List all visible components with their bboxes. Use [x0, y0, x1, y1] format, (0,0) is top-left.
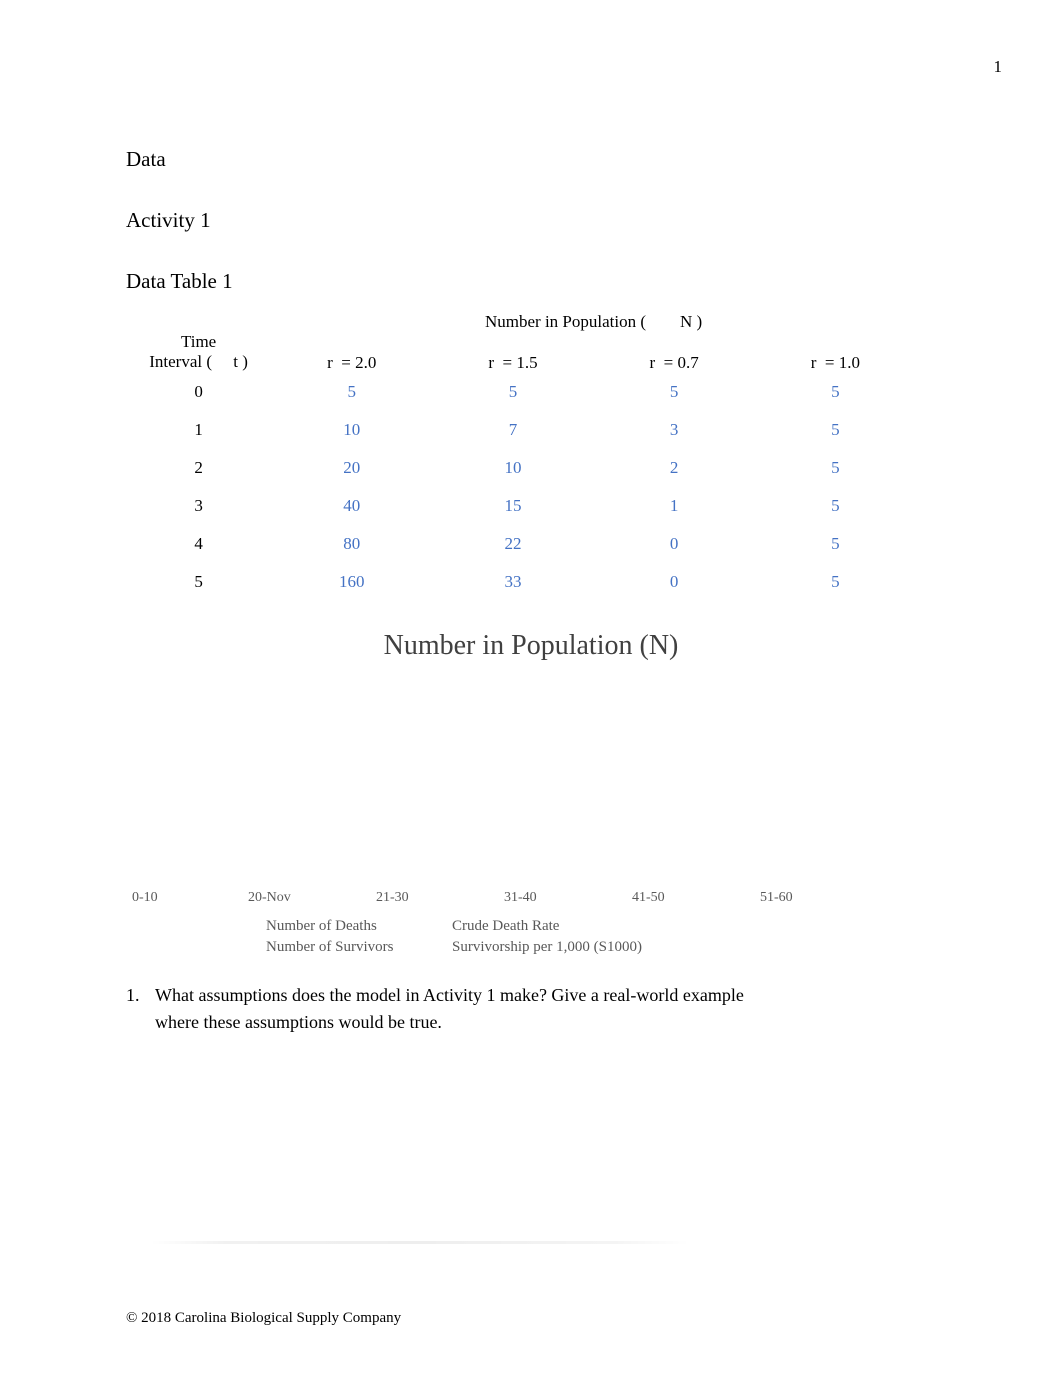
cell-population: 5: [831, 382, 840, 402]
cell-time-interval: 3: [194, 496, 203, 516]
cell-population: 5: [831, 458, 840, 478]
legend-item-number-of-survivors[interactable]: Number of Survivors: [266, 939, 452, 960]
copyright-footer: © 2018 Carolina Biological Supply Compan…: [126, 1310, 402, 1326]
chart-x-axis: 0-10 20-Nov 21-30 31-40 41-50 51-60: [126, 890, 916, 906]
cell-population: 160: [339, 572, 365, 592]
cell-time-interval: 4: [194, 534, 203, 554]
x-axis-tick-label: 31-40: [504, 890, 537, 906]
chart-legend: Number of Deaths Crude Death Rate Number…: [126, 918, 916, 960]
cell-population: 10: [504, 458, 522, 478]
list-item: 1. What assumptions does the model in Ac…: [126, 982, 781, 1035]
table-row: 1 10 7 3 5: [126, 411, 916, 449]
chart-plot-area: [126, 662, 916, 891]
cell-population: 5: [831, 496, 840, 516]
cell-population: 5: [831, 572, 840, 592]
table-body: 0 5 5 5 5 1 10 7 3 5 2 20 10 2 5 3 40 15…: [126, 373, 916, 601]
cell-population: 80: [343, 534, 361, 554]
population-span-header: Number in Population ( N ): [484, 311, 703, 331]
question-text: What assumptions does the model in Activ…: [155, 985, 744, 1032]
x-axis-tick-label: 20-Nov: [248, 890, 291, 906]
cell-population: 5: [831, 534, 840, 554]
cell-population: 0: [669, 572, 679, 592]
table-row: 3 40 15 1 5: [126, 487, 916, 525]
data-table-heading: Data Table 1: [126, 268, 233, 293]
x-axis-tick-label: 21-30: [376, 890, 409, 906]
chart-title: Number in Population (N): [383, 630, 679, 662]
cell-population: 1: [669, 496, 679, 516]
data-table-1: Number in Population ( N ) Time Interval …: [126, 312, 916, 601]
legend-item-number-of-deaths[interactable]: Number of Deaths: [266, 918, 452, 939]
cell-time-interval: 5: [194, 572, 203, 592]
cell-population: 40: [343, 496, 361, 516]
page-title: Data: [126, 147, 166, 171]
cell-population: 33: [504, 572, 522, 592]
cell-time-interval: 1: [194, 420, 203, 440]
column-header-r-1-5: r = 1.5: [488, 353, 538, 373]
question-list: 1. What assumptions does the model in Ac…: [126, 982, 936, 1035]
table-row: 5 160 33 0 5: [126, 563, 916, 601]
cell-population: 0: [669, 534, 679, 554]
embedded-chart[interactable]: Number in Population (N) 0-10 20-Nov 21-…: [126, 630, 916, 960]
cell-population: 3: [669, 420, 679, 440]
x-axis-tick-label: 0-10: [132, 890, 158, 906]
document-body: Data Activity 1 Data Table 1 Number in P…: [126, 146, 936, 1035]
table-header-row: Time Interval ( t ) r = 2.0 r = 1.5 r = 0…: [126, 332, 916, 373]
cell-time-interval: 2: [194, 458, 203, 478]
cell-population: 7: [508, 420, 518, 440]
table-span-header-row: Number in Population ( N ): [126, 312, 916, 332]
cell-population: 5: [347, 382, 357, 402]
cell-population: 20: [343, 458, 361, 478]
table-row: 4 80 22 0 5: [126, 525, 916, 563]
cell-population: 10: [343, 420, 361, 440]
time-header-line-1: Time: [180, 331, 217, 351]
column-header-r-0-7: r = 0.7: [649, 353, 699, 373]
time-header-line-2: Interval ( t ): [149, 352, 248, 372]
column-header-r-2-0: r = 2.0: [327, 353, 377, 373]
page-number: 1: [993, 57, 1003, 76]
time-interval-header: Time Interval ( t ): [126, 332, 271, 373]
cell-population: 5: [831, 420, 840, 440]
question-number: 1.: [126, 985, 140, 1006]
cell-population: 15: [504, 496, 522, 516]
table-row: 0 5 5 5 5: [126, 373, 916, 411]
legend-item-crude-death-rate[interactable]: Crude Death Rate: [452, 918, 916, 939]
activity-heading: Activity 1: [126, 208, 211, 233]
span-header-spacer: [126, 312, 271, 332]
cell-population: 5: [669, 382, 679, 402]
x-axis-tick-label: 51-60: [760, 890, 793, 906]
table-head: Number in Population ( N ) Time Interval …: [126, 312, 916, 373]
cell-population: 2: [669, 458, 679, 478]
column-header-r-1-0: r = 1.0: [810, 353, 860, 373]
legend-item-survivorship-per-1000[interactable]: Survivorship per 1,000 (S1000): [452, 939, 916, 960]
cell-population: 5: [508, 382, 518, 402]
x-axis-tick-label: 41-50: [632, 890, 665, 906]
footer-divider: [150, 1241, 690, 1244]
cell-time-interval: 0: [194, 382, 203, 402]
table-row: 2 20 10 2 5: [126, 449, 916, 487]
cell-population: 22: [504, 534, 522, 554]
